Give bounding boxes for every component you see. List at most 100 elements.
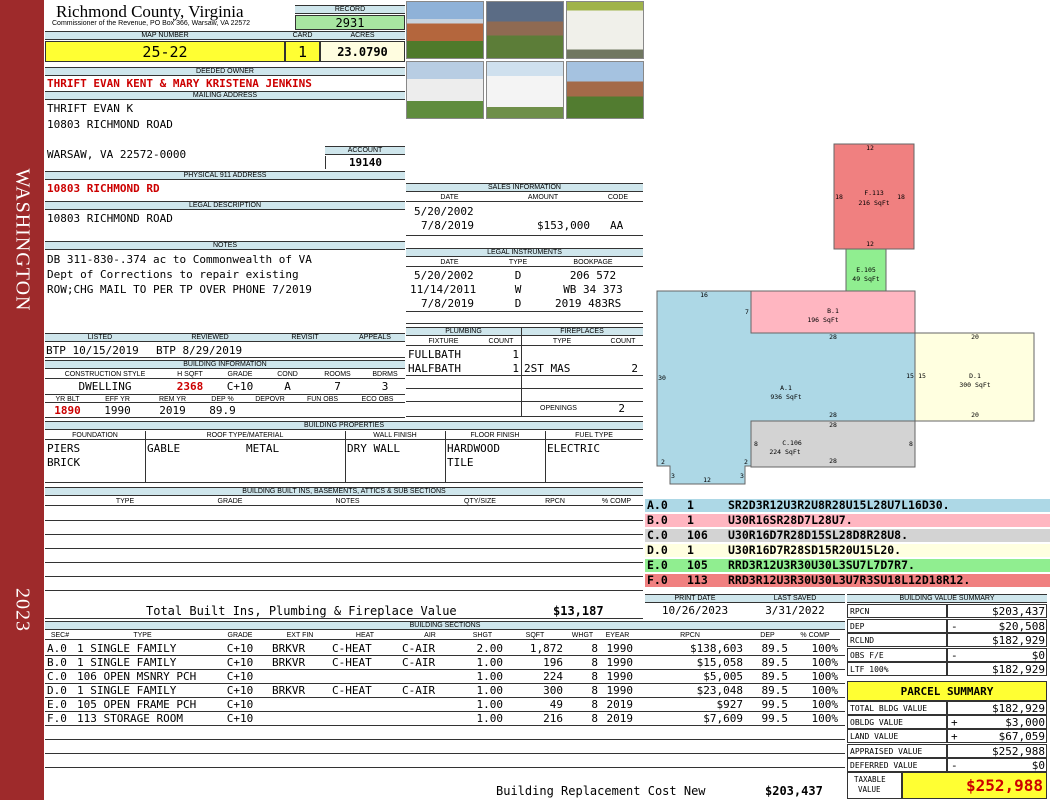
sketch-area-f: 216 SqFt bbox=[858, 199, 889, 207]
plumb-fixture: FULLBATH bbox=[408, 348, 461, 361]
sketch-area-e: 49 SqFt bbox=[852, 275, 879, 283]
parcel-value: $67,059 bbox=[998, 730, 1045, 744]
photo-3[interactable] bbox=[566, 1, 644, 59]
col-grade: GRADE bbox=[215, 370, 265, 379]
legal-label: LEGAL DESCRIPTION bbox=[45, 201, 405, 210]
photo-6[interactable] bbox=[566, 61, 644, 119]
code-number: 1 bbox=[687, 544, 694, 557]
code-number: 105 bbox=[687, 559, 708, 572]
parcel-label: DEFERRED VALUE bbox=[847, 757, 947, 772]
section-cell: $15,058 bbox=[696, 656, 743, 669]
floor-finish-2: TILE bbox=[447, 456, 474, 469]
builtins-total-label: Total Built Ins, Plumbing & Fireplace Va… bbox=[146, 605, 457, 618]
code-string: SR2D3R12U3R2U8R28U15L28U7L16D30. bbox=[728, 499, 950, 512]
mailing-label: MAILING ADDRESS bbox=[45, 91, 405, 100]
section-cell: 8 bbox=[591, 684, 598, 697]
sketch-dim: 20 bbox=[971, 411, 979, 419]
section-cell: 100% bbox=[811, 656, 839, 669]
fire-count: 2 bbox=[631, 362, 638, 375]
section-row-line bbox=[45, 739, 845, 740]
sections-col-header: SEC# bbox=[45, 631, 75, 640]
section-cell: C-AIR bbox=[402, 656, 436, 669]
last-saved: 3/31/2022 bbox=[765, 604, 825, 617]
section-cell: 89.5 bbox=[761, 642, 789, 655]
properties-label: BUILDING PROPERTIES bbox=[45, 421, 643, 430]
sketch-dim: 2 bbox=[744, 458, 748, 466]
sales-col-date: DATE bbox=[406, 193, 493, 202]
bvs-label: LTF 100% bbox=[847, 662, 947, 676]
section-cell: C+10 bbox=[226, 684, 254, 697]
builtin-row-line bbox=[45, 520, 643, 521]
section-cell: 99.5 bbox=[761, 712, 789, 725]
notes-line2: Dept of Corrections to repair existing bbox=[47, 268, 299, 281]
instr-type: W bbox=[514, 283, 522, 296]
section-cell: 1.00 bbox=[476, 670, 504, 683]
rcn-total-label: Building Replacement Cost New bbox=[496, 785, 706, 798]
card-label: CARD bbox=[285, 31, 320, 40]
sketch-dim: 28 bbox=[829, 333, 837, 341]
section-cell: 1 SINGLE FAMILY bbox=[77, 642, 177, 655]
section-cell: 100% bbox=[811, 698, 839, 711]
bvs-label: BUILDING VALUE SUMMARY bbox=[847, 594, 1047, 603]
listed-value: BTP 10/15/2019 bbox=[46, 344, 139, 357]
col-hsqft: H SQFT bbox=[165, 370, 215, 379]
props-col-roof: ROOF TYPE/MATERIAL bbox=[145, 431, 345, 440]
section-cell: 2019 bbox=[606, 712, 634, 725]
section-cell: 89.5 bbox=[761, 684, 789, 697]
code-string: U30R16SR28D7L28U7. bbox=[728, 514, 853, 527]
col-bdrms: BDRMS bbox=[365, 370, 405, 379]
revisit-label: REVISIT bbox=[265, 333, 345, 342]
physical-label: PHYSICAL 911 ADDRESS bbox=[45, 171, 405, 180]
sketch-label-b: B.1 bbox=[827, 307, 839, 315]
fire-col-type: TYPE bbox=[521, 337, 603, 346]
section-cell: 100% bbox=[811, 670, 839, 683]
section-cell: 99.5 bbox=[761, 698, 789, 711]
mailing-line1: THRIFT EVAN K bbox=[47, 102, 134, 115]
builtin-row-line bbox=[45, 590, 643, 591]
col-depovr: DEPOVR bbox=[245, 394, 295, 403]
col-effyr: EFF YR bbox=[90, 394, 145, 403]
section-cell: 1990 bbox=[606, 670, 634, 683]
col-rooms: ROOMS bbox=[310, 370, 365, 379]
photo-2[interactable] bbox=[486, 1, 564, 59]
sections-col-header: RPCN bbox=[635, 631, 745, 640]
sketch-label-e: E.105 bbox=[856, 266, 876, 274]
code-string: RRD3R12U3R30U30L3U7R3SU18L12D18R12. bbox=[728, 574, 971, 587]
card-number: 1 bbox=[285, 41, 320, 62]
photo-4[interactable] bbox=[406, 61, 484, 119]
sections-col-header: HEAT bbox=[330, 631, 400, 640]
section-cell: 216 bbox=[543, 712, 563, 725]
sketch-area-d: 300 SqFt bbox=[959, 381, 990, 389]
building-sketch: F.113 216 SqFt E.10549 SqFt B.1196 SqFt A… bbox=[656, 143, 1035, 485]
section-row-line bbox=[45, 767, 845, 768]
bi-col-comp: % COMP bbox=[590, 497, 643, 506]
instr-date: 5/20/2002 bbox=[414, 269, 474, 282]
section-cell: C+10 bbox=[226, 642, 254, 655]
section-cell: C-HEAT bbox=[332, 642, 372, 655]
mailing-line2: 10803 RICHMOND ROAD bbox=[47, 118, 173, 131]
county-name: Richmond County, Virginia bbox=[56, 2, 244, 21]
construction-style: DWELLING bbox=[78, 380, 132, 393]
sections-label: BUILDING SECTIONS bbox=[45, 621, 845, 630]
bi-col-rpcn: RPCN bbox=[520, 497, 590, 506]
section-cell: 89.5 bbox=[761, 670, 789, 683]
plumb-fixture: HALFBATH bbox=[408, 362, 461, 375]
fuel-type: ELECTRIC bbox=[547, 442, 600, 455]
section-cell: 100% bbox=[811, 684, 839, 697]
bi-col-notes: NOTES bbox=[255, 497, 440, 506]
last-saved-label: LAST SAVED bbox=[745, 594, 845, 603]
photo-5[interactable] bbox=[486, 61, 564, 119]
side-banner bbox=[0, 0, 44, 800]
section-cell: 1990 bbox=[606, 642, 634, 655]
section-cell: 224 bbox=[543, 670, 563, 683]
photo-1[interactable] bbox=[406, 1, 484, 59]
bvs-label: RPCN bbox=[847, 604, 947, 618]
sales-col-code: CODE bbox=[593, 193, 643, 202]
sketch-area-c: 224 SqFt bbox=[769, 448, 800, 456]
sketch-dim: 18 bbox=[835, 193, 843, 201]
code-number: 113 bbox=[687, 574, 708, 587]
col-funobs: FUN OBS bbox=[295, 394, 350, 403]
sketch-code-row: C.0 106 U30R16D7R28D15SL28D8R28U8. bbox=[645, 529, 1050, 542]
sections-col-header: DEP bbox=[745, 631, 790, 640]
bvs-value: $182,929 bbox=[992, 663, 1045, 676]
